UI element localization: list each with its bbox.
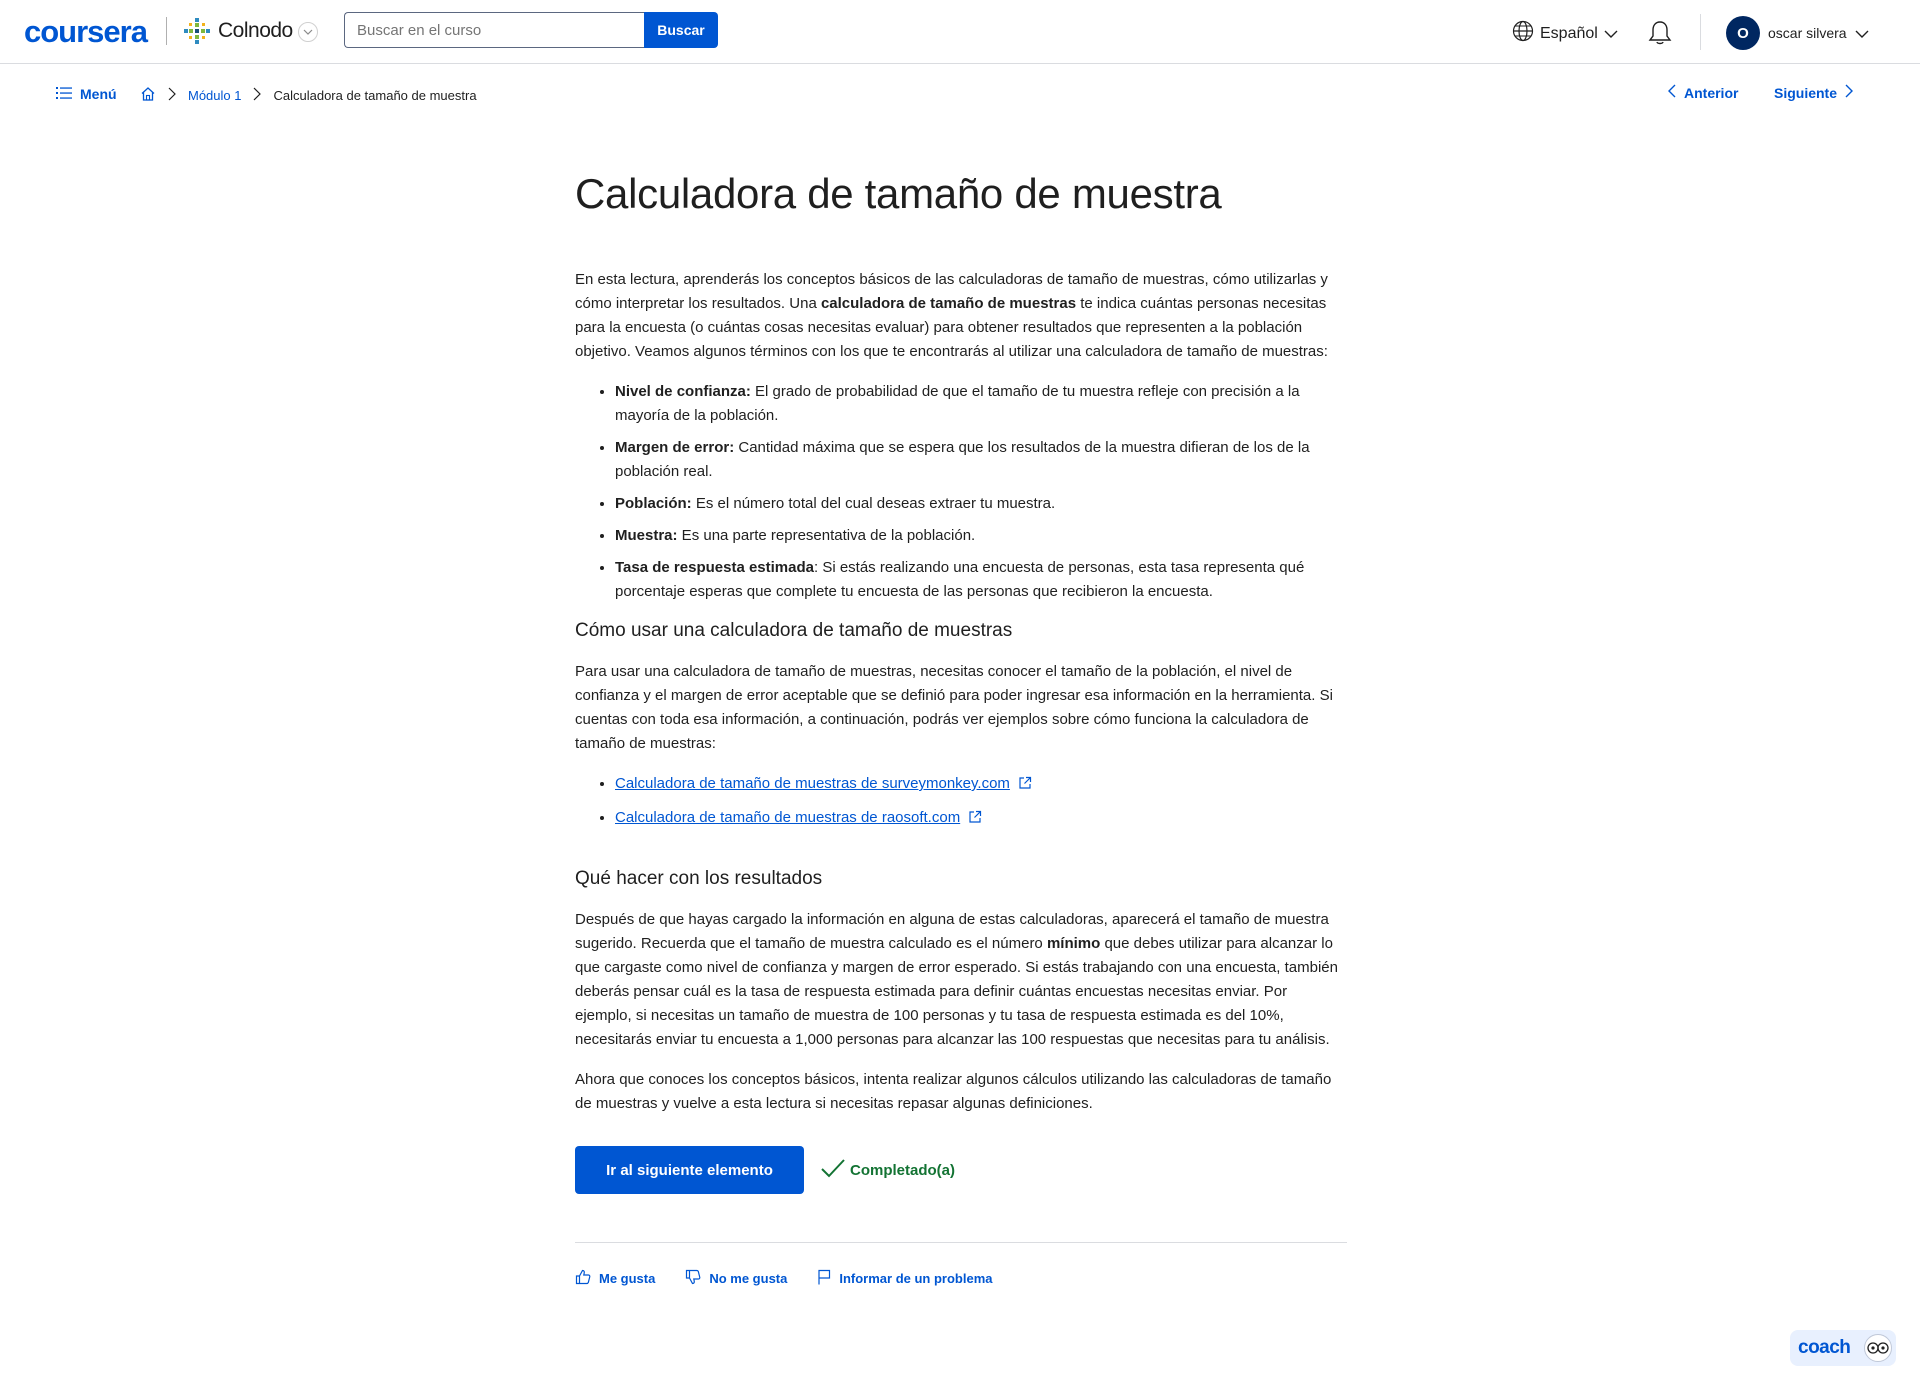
list-item: Nivel de confianza: El grado de probabil… xyxy=(615,380,1347,428)
list-item: Margen de error: Cantidad máxima que se … xyxy=(615,436,1347,484)
report-label: Informar de un problema xyxy=(839,1271,993,1286)
language-label: Español xyxy=(1540,24,1598,42)
page-title: Calculadora de tamaño de muestra xyxy=(575,170,1222,217)
list-item: Calculadora de tamaño de muestras de sur… xyxy=(615,772,1347,798)
chevron-down-icon xyxy=(1855,25,1869,41)
completed-label: Completado(a) xyxy=(850,1161,955,1179)
feedback-bar: Me gusta No me gusta Informar de un prob… xyxy=(575,1269,1347,1288)
list-menu-icon xyxy=(56,86,72,102)
results-paragraph: Después de que hayas cargado la informac… xyxy=(575,911,1338,1048)
previous-label: Anterior xyxy=(1684,84,1739,101)
completed-status: Completado(a) xyxy=(820,1157,955,1183)
globe-icon xyxy=(1512,20,1534,47)
home-icon[interactable] xyxy=(140,86,156,105)
next-label: Siguiente xyxy=(1774,84,1838,101)
partner-name: Colnodo xyxy=(218,19,293,42)
colnodo-logo-icon xyxy=(182,16,212,46)
section-heading-results: Qué hacer con los resultados xyxy=(575,868,823,889)
completion-actions: Ir al siguiente elemento Completado(a) xyxy=(575,1146,1347,1194)
partner-switch-chevron-icon[interactable] xyxy=(298,22,318,42)
chevron-right-icon xyxy=(1845,84,1854,101)
flag-icon xyxy=(817,1269,831,1288)
like-button[interactable]: Me gusta xyxy=(575,1269,655,1288)
breadcrumb: Módulo 1 Calculadora de tamaño de muestr… xyxy=(140,86,477,105)
list-item: Tasa de respuesta estimada: Si estás rea… xyxy=(615,556,1347,604)
header-divider xyxy=(1700,14,1701,50)
thumbs-down-icon xyxy=(685,1269,701,1288)
breadcrumb-module-link[interactable]: Módulo 1 xyxy=(188,88,241,103)
previous-item-button[interactable]: Anterior xyxy=(1668,84,1738,101)
external-link-icon xyxy=(968,808,982,832)
dislike-label: No me gusta xyxy=(709,1271,788,1286)
breadcrumb-current: Calculadora de tamaño de muestra xyxy=(273,88,477,103)
thumbs-up-icon xyxy=(575,1269,591,1288)
menu-button[interactable]: Menú xyxy=(56,86,117,102)
user-name: oscar silvera xyxy=(1768,25,1847,41)
reading-content: Calculadora de tamaño de muestra En esta… xyxy=(575,170,1347,1288)
list-item: Muestra: Es una parte representativa de … xyxy=(615,524,1347,548)
list-item: Calculadora de tamaño de muestras de rao… xyxy=(615,806,1347,832)
like-label: Me gusta xyxy=(599,1271,656,1286)
chevron-right-icon xyxy=(168,87,176,104)
links-list: Calculadora de tamaño de muestras de sur… xyxy=(575,772,1347,832)
menu-label: Menú xyxy=(80,86,117,102)
go-to-next-item-button[interactable]: Ir al siguiente elemento xyxy=(575,1146,804,1194)
logo-divider xyxy=(166,17,167,45)
avatar: O xyxy=(1726,16,1760,50)
checkmark-icon xyxy=(820,1157,846,1183)
list-item: Población: Es el número total del cual d… xyxy=(615,492,1347,516)
intro-paragraph: En esta lectura, aprenderás los concepto… xyxy=(575,271,1328,360)
terms-list: Nivel de confianza: El grado de probabil… xyxy=(575,380,1347,604)
use-paragraph: Para usar una calculadora de tamaño de m… xyxy=(575,663,1333,752)
raosoft-link[interactable]: Calculadora de tamaño de muestras de rao… xyxy=(615,809,960,826)
top-header: coursera Colnodo Buscar en el curso Busc… xyxy=(0,0,1920,64)
user-menu[interactable]: O oscar silvera xyxy=(1726,16,1869,50)
coach-button[interactable]: coach xyxy=(1790,1330,1896,1366)
surveymonkey-link[interactable]: Calculadora de tamaño de muestras de sur… xyxy=(615,775,1010,792)
course-search-input[interactable] xyxy=(344,12,644,48)
chevron-right-icon xyxy=(253,87,262,104)
next-item-nav-button[interactable]: Siguiente xyxy=(1774,84,1854,101)
section-heading-use: Cómo usar una calculadora de tamaño de m… xyxy=(575,620,1013,641)
chevron-down-icon xyxy=(1604,25,1618,43)
coursera-logo[interactable]: coursera xyxy=(24,14,148,50)
closing-paragraph: Ahora que conoces los conceptos básicos,… xyxy=(575,1071,1332,1112)
breadcrumb-bar: Menú Módulo 1 Calculadora de tamaño de m… xyxy=(0,64,1920,126)
coach-label: coach xyxy=(1798,1337,1851,1358)
coach-eyes-icon xyxy=(1864,1334,1892,1362)
content-divider xyxy=(575,1242,1347,1243)
search-button[interactable]: Buscar xyxy=(644,12,718,48)
report-problem-button[interactable]: Informar de un problema xyxy=(817,1269,993,1288)
language-selector[interactable]: Español xyxy=(1512,20,1618,47)
external-link-icon xyxy=(1018,774,1032,798)
partner-logo[interactable]: Colnodo xyxy=(182,14,293,48)
chevron-left-icon xyxy=(1668,84,1676,101)
notifications-bell-icon[interactable] xyxy=(1648,20,1672,51)
dislike-button[interactable]: No me gusta xyxy=(685,1269,787,1288)
